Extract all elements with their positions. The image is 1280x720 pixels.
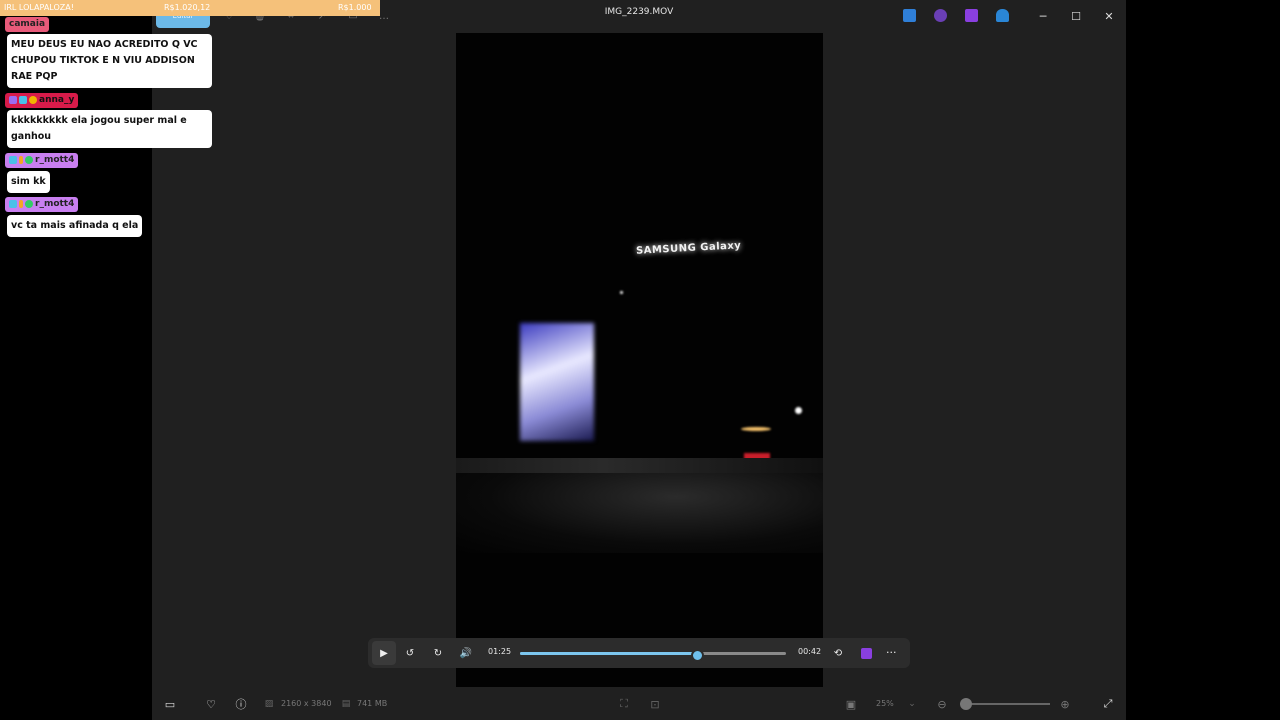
chat-line: ganhou [11,131,52,142]
repeat-off-icon[interactable]: ⟲ [830,645,846,661]
chat-badge-icon [9,95,17,104]
close-button[interactable]: ✕ [1094,6,1124,26]
screenshot-icon[interactable]: ⛶ [617,697,631,711]
more-options-button[interactable]: ··· [886,646,897,659]
chat-line: MEU DEUS EU NAO ACREDITO Q VC [11,39,198,50]
zoom-in-icon[interactable]: ⊕ [1058,697,1072,711]
app-shortcuts [903,9,1027,22]
play-icon[interactable]: ▶ [376,645,392,661]
filesize-text: 741 MB [357,699,388,708]
chat-message: sim kk [7,171,50,193]
elapsed-time: 01:25 [488,647,512,656]
chat-badge-icon [25,199,33,208]
left-black-strip [0,0,152,720]
banner-amount: R$1.020,12 [164,3,211,12]
fit-icon[interactable]: ⊡ [648,697,662,711]
zoom-slider-handle[interactable] [960,698,972,710]
video-light [795,407,802,414]
maximize-button[interactable]: ☐ [1061,6,1091,26]
info-icon[interactable]: ⓘ [234,697,248,711]
seek-bar-fill [520,652,696,655]
status-bar: ▭ ♡ ⓘ ▨ 2160 x 3840 ▤ 741 MB ⛶ ⊡ ▣ 25% ⌄… [152,688,1126,720]
chat-username: r_mott4 [5,197,79,212]
volume-icon[interactable]: 🔊 [458,645,474,661]
right-black-strip [1126,0,1280,720]
video-stage-screen [520,323,594,441]
chat-message: MEU DEUS EU NAO ACREDITO Q VC CHUPOU TIK… [7,34,212,88]
chat-username-text: anna_y [39,95,75,105]
seek-handle[interactable] [690,649,704,662]
fullscreen-icon[interactable]: ⤢ [1101,697,1115,711]
chat-badge-icon [9,155,17,164]
dimensions-icon: ▨ [264,699,274,709]
video-sign-text: SAMSUNG Galaxy [635,240,742,257]
remaining-time: 00:42 [798,647,822,656]
zoom-level[interactable]: 25% [876,699,894,708]
chat-username-text: r_mott4 [35,199,75,209]
forward-30-icon[interactable]: ↻ [430,645,446,661]
dimensions-text: 2160 x 3840 [281,699,332,708]
designer-app-icon[interactable] [903,9,916,22]
chat-line: kkkkkkkkk ela jogou super mal e [11,115,187,126]
filesize-icon: ▤ [341,699,351,709]
banner-goal: R$1.000 [338,3,372,12]
video-frame[interactable]: SAMSUNG Galaxy [456,33,823,687]
rewind-10-icon[interactable]: ↺ [402,645,418,661]
video-crowd [456,473,823,553]
actual-size-icon[interactable]: ▣ [844,697,858,711]
chat-badge-icon [19,155,23,164]
chat-badge-icon [19,199,23,208]
filmstrip-icon[interactable]: ▭ [163,697,177,711]
video-light [620,291,623,294]
player-controls: ▶ ↺ ↻ 🔊 01:25 00:42 ⟲ ··· [368,638,910,668]
seek-bar[interactable] [520,649,786,662]
clipchamp-icon[interactable] [858,645,874,661]
chat-badge-icon [25,155,33,164]
chat-username: r_mott4 [5,153,79,168]
video-light [741,427,771,431]
favorite-icon[interactable]: ♡ [204,697,218,711]
zoom-slider[interactable] [964,703,1050,705]
minimize-button[interactable]: ─ [1028,6,1058,26]
chat-username: camaia [5,17,50,32]
onedrive-app-icon[interactable] [996,9,1009,22]
chat-username: anna_y [5,93,79,108]
chat-username-text: r_mott4 [35,155,75,165]
chat-line: sim kk [11,176,46,187]
chat-line: vc ta mais afinada q ela [11,220,139,231]
chat-badge-icon [29,95,37,104]
banner-title: IRL LOLAPALOZA! [4,3,74,12]
chat-badge-icon [19,95,27,104]
chat-line: RAE PQP [11,71,58,82]
stream-goal-banner: IRL LOLAPALOZA! R$1.020,12 R$1.000 [0,0,380,16]
clipchamp-app-icon[interactable] [965,9,978,22]
zoom-out-icon[interactable]: ⊖ [935,697,949,711]
chat-message: kkkkkkkkk ela jogou super mal e ganhou [7,110,212,148]
chat-badge-icon [9,199,17,208]
chat-line: CHUPOU TIKTOK E N VIU ADDISON [11,55,195,66]
copilot-app-icon[interactable] [934,9,947,22]
photos-app-window: Editar ♡ 🗑 ⌗ ↗ ▭ … IMG_2239.MOV ─ ☐ ✕ SA… [152,0,1126,720]
chat-message: vc ta mais afinada q ela [7,215,143,237]
chevron-down-icon[interactable]: ⌄ [905,697,919,711]
